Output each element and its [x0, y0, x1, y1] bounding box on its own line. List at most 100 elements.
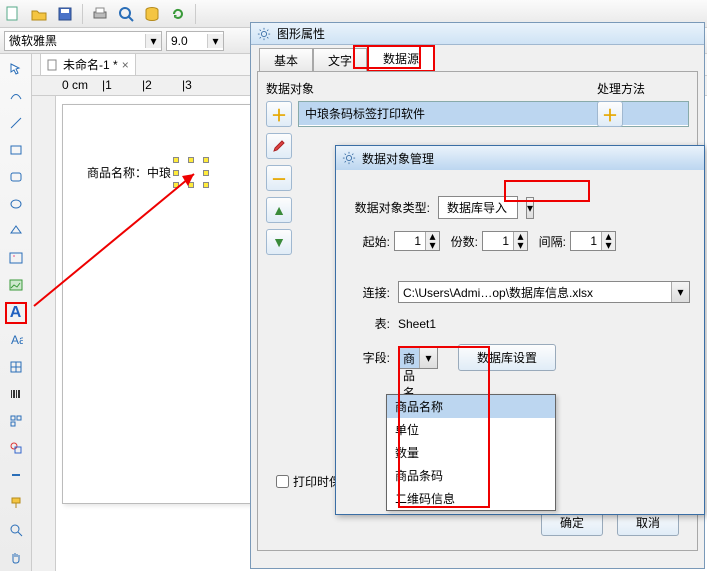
type-label: 数据对象类型:	[350, 199, 430, 216]
separator	[82, 4, 83, 24]
start-label: 起始:	[350, 233, 390, 250]
start-spinner[interactable]: 1▴▾	[394, 231, 440, 251]
type-value: 数据库导入	[438, 196, 518, 219]
document-tab-title: 未命名-1 *	[63, 56, 118, 73]
gap-spinner[interactable]: 1▴▾	[570, 231, 616, 251]
selection-handle[interactable]	[173, 182, 179, 188]
minus-icon: －	[271, 166, 287, 190]
dropdown-option[interactable]: 数量	[387, 441, 555, 464]
rect-tool[interactable]	[5, 139, 27, 160]
move-down-button[interactable]: ▼	[266, 229, 292, 255]
shape-tool[interactable]	[5, 438, 27, 459]
font-size-select[interactable]: 9.0 ▾	[166, 31, 224, 51]
dialog-body: 数据对象类型: 数据库导入 ▾ 起始: 1▴▾ 份数: 1▴▾ 间隔: 1▴▾ …	[336, 170, 704, 397]
line-tool[interactable]	[5, 112, 27, 133]
database-icon[interactable]	[143, 5, 161, 23]
spin-down[interactable]: ▾	[602, 241, 615, 250]
field-combo[interactable]: 商品名称 ▾	[398, 347, 438, 369]
field-value: 商品名称	[399, 348, 419, 368]
dropdown-option[interactable]: 单位	[387, 418, 555, 441]
gap-value: 1	[571, 232, 601, 250]
db-settings-button[interactable]: 数据库设置	[458, 344, 556, 371]
arrow-up-icon: ▲	[272, 202, 286, 218]
connection-combo[interactable]: C:\Users\Admi…op\数据库信息.xlsx ▾	[398, 281, 690, 303]
selection-handle[interactable]	[203, 157, 209, 163]
tab-basic[interactable]: 基本	[259, 48, 313, 72]
add-method-button[interactable]: ＋	[597, 101, 623, 127]
checkbox-input[interactable]	[276, 475, 289, 488]
copies-value: 1	[483, 232, 513, 250]
paint-tool[interactable]	[5, 492, 27, 513]
move-up-button[interactable]: ▲	[266, 197, 292, 223]
ellipse-tool[interactable]	[5, 193, 27, 214]
richtext-tool[interactable]: Aa	[5, 330, 27, 351]
document-icon	[47, 59, 59, 71]
data-obj-buttons: ＋ － ▲ ▼	[266, 101, 292, 255]
refresh-icon[interactable]	[169, 5, 187, 23]
gear-icon	[257, 27, 271, 41]
open-icon[interactable]	[30, 5, 48, 23]
dropdown-option[interactable]: 商品条码	[387, 464, 555, 487]
rounded-rect-tool[interactable]	[5, 166, 27, 187]
pencil-icon	[272, 139, 286, 153]
selection-handle[interactable]	[203, 170, 209, 176]
label-prefix: 商品名称：	[87, 166, 147, 180]
spin-down[interactable]: ▾	[514, 241, 527, 250]
pointer-tool[interactable]	[5, 58, 27, 79]
qrcode-tool[interactable]	[5, 411, 27, 432]
line-drawing-tool[interactable]	[5, 85, 27, 106]
selection-handle[interactable]	[173, 170, 179, 176]
image-tool[interactable]	[5, 247, 27, 268]
ruler-tick: |1	[102, 78, 112, 92]
selection-handle[interactable]	[188, 182, 194, 188]
chevron-down-icon[interactable]: ▾	[145, 34, 161, 48]
document-tab[interactable]: 未命名-1 * ×	[40, 53, 136, 76]
arrow-down-icon: ▼	[272, 234, 286, 250]
chevron-down-icon: ▾	[527, 198, 533, 218]
vertical-ruler	[32, 96, 56, 571]
font-name-select[interactable]: 微软雅黑 ▾	[4, 31, 162, 51]
zoom-tool[interactable]	[5, 519, 27, 540]
section-method: 处理方法	[597, 80, 687, 97]
panel-titlebar[interactable]: 图形属性	[251, 23, 704, 45]
table-tool[interactable]	[5, 357, 27, 378]
text-tool[interactable]: A	[5, 302, 27, 324]
print-icon[interactable]	[91, 5, 109, 23]
ruler-tick: 0 cm	[62, 78, 88, 92]
chevron-down-icon[interactable]: ▾	[671, 282, 689, 302]
font-size-value: 9.0	[167, 34, 207, 48]
hand-tool[interactable]	[5, 546, 27, 567]
copies-label: 份数:	[444, 233, 478, 250]
selection-handle[interactable]	[188, 157, 194, 163]
save-icon[interactable]	[56, 5, 74, 23]
polygon-tool[interactable]	[5, 220, 27, 241]
picture-tool[interactable]	[5, 275, 27, 296]
copies-spinner[interactable]: 1▴▾	[482, 231, 528, 251]
selection-handle[interactable]	[173, 157, 179, 163]
ruler-tick: |2	[142, 78, 152, 92]
chevron-down-icon[interactable]: ▾	[419, 348, 437, 368]
delete-button[interactable]: －	[266, 165, 292, 191]
new-icon[interactable]	[4, 5, 22, 23]
ruler-tick: |3	[182, 78, 192, 92]
chevron-down-icon[interactable]: ▾	[207, 34, 223, 48]
tab-datasource[interactable]: 数据源	[367, 45, 435, 72]
dialog-titlebar[interactable]: 数据对象管理	[336, 146, 704, 170]
selection-handle[interactable]	[203, 182, 209, 188]
label-text-object[interactable]: 商品名称：中琅	[87, 164, 171, 182]
minus-tool[interactable]	[5, 465, 27, 486]
type-dropdown-button[interactable]: ▾	[526, 197, 534, 219]
spin-down[interactable]: ▾	[426, 241, 439, 250]
start-value: 1	[395, 232, 425, 250]
tab-text[interactable]: 文字	[313, 48, 367, 72]
gap-label: 间隔:	[532, 233, 566, 250]
close-icon[interactable]: ×	[122, 58, 129, 72]
barcode-tool[interactable]	[5, 384, 27, 405]
preview-icon[interactable]	[117, 5, 135, 23]
field-dropdown-list[interactable]: 商品名称 单位 数量 商品条码 二维码信息	[386, 394, 556, 511]
dropdown-option[interactable]: 商品名称	[387, 395, 555, 418]
edit-button[interactable]	[266, 133, 292, 159]
dropdown-option[interactable]: 二维码信息	[387, 487, 555, 510]
add-button[interactable]: ＋	[266, 101, 292, 127]
table-value: Sheet1	[398, 317, 436, 331]
